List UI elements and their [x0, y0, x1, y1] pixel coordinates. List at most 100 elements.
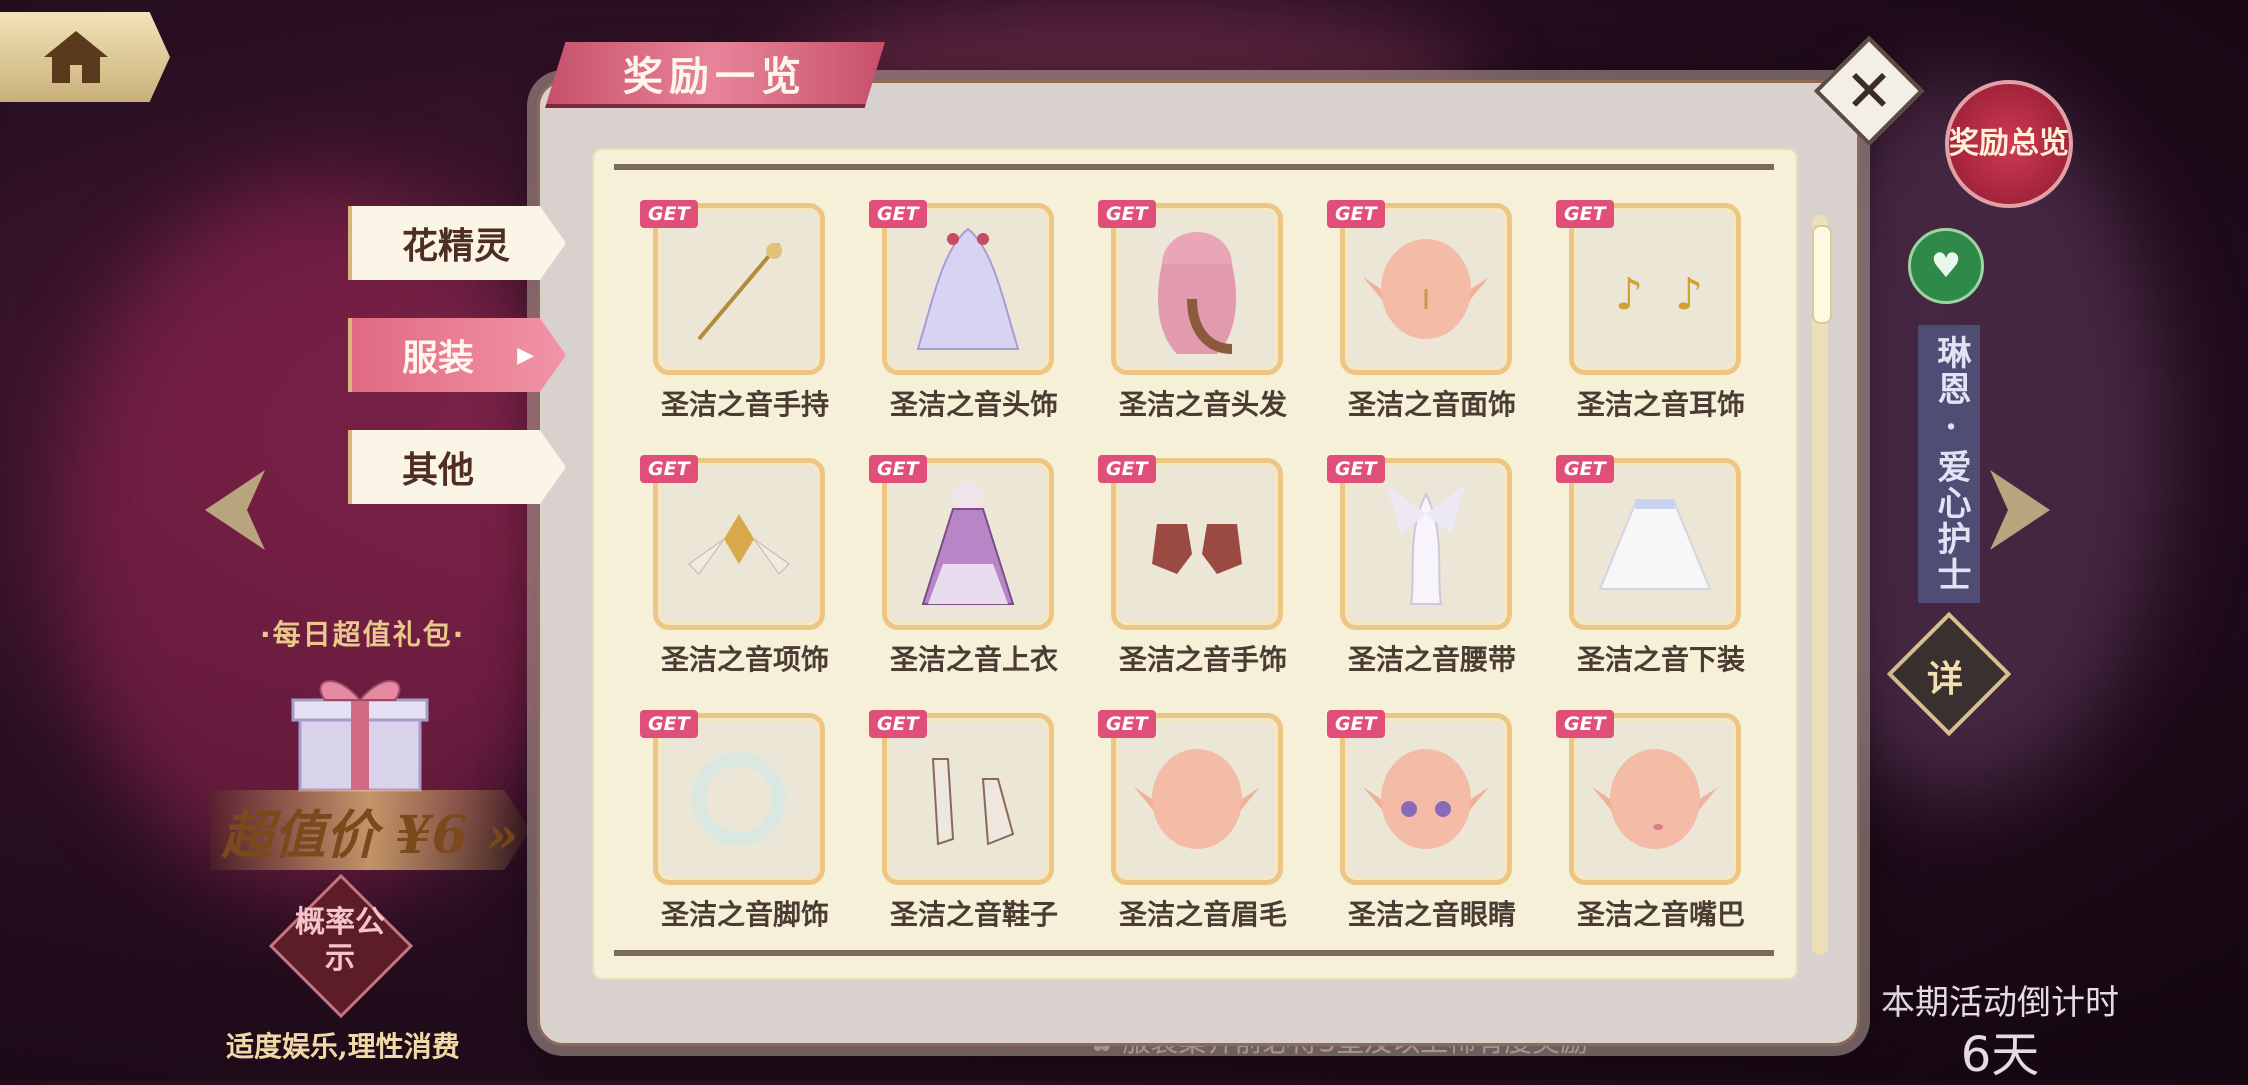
reward-item[interactable]: GET 圣洁之音头发	[1098, 200, 1298, 421]
gift-price-button[interactable]: 超值价 ¥6 »	[210, 790, 530, 870]
get-badge: GET	[869, 710, 927, 738]
item-label: 圣洁之音头饰	[889, 388, 1058, 421]
face-accessory-icon	[1363, 239, 1489, 339]
right-panel: 奖励总览 ♥ 琳恩·爱心护士 详 本期活动倒计时 6天	[1881, 60, 2200, 1083]
scrollbar[interactable]	[1812, 215, 1828, 955]
home-button[interactable]	[0, 12, 170, 102]
reward-item[interactable]: GET 圣洁之音下装	[1556, 455, 1756, 676]
item-slot	[882, 458, 1054, 630]
tab-other[interactable]: 其他	[348, 430, 566, 504]
dress-icon	[921, 482, 1015, 605]
hair-icon	[1157, 232, 1237, 354]
item-label: 圣洁之音手饰	[1118, 643, 1287, 676]
reward-item[interactable]: GET 圣洁之音脚饰	[640, 710, 840, 931]
item-slot: ♪ ♪	[1569, 203, 1741, 375]
headpiece-icon	[916, 227, 1020, 350]
get-badge: GET	[1556, 455, 1614, 483]
item-slot	[653, 203, 825, 375]
character-name: 琳恩·爱心护士	[1918, 325, 1980, 603]
tab-label: 花精灵	[402, 225, 511, 267]
moderation-notice: 适度娱乐,理性消费	[226, 1030, 460, 1063]
close-icon[interactable]: ✕	[1830, 52, 1908, 130]
anklet-icon	[692, 752, 786, 846]
heart-icon[interactable]: ♥	[1908, 228, 1984, 304]
get-badge: GET	[1098, 200, 1156, 228]
item-slot	[882, 713, 1054, 885]
eyebrows-icon	[1134, 749, 1260, 849]
get-badge: GET	[640, 710, 698, 738]
item-label: 圣洁之音脚饰	[660, 898, 829, 931]
item-slot	[1340, 458, 1512, 630]
tab-flower-spirit[interactable]: 花精灵	[348, 206, 566, 280]
get-badge: GET	[1327, 710, 1385, 738]
daily-gift-panel: ·每日超值礼包· 超值价 ¥6 » 概率公示 适度娱乐,理性消费	[190, 605, 530, 1065]
reward-item[interactable]: GET 圣洁之音手饰	[1098, 455, 1298, 676]
reward-item[interactable]: GET 圣洁之音手持	[640, 200, 840, 421]
tab-label: 其他	[402, 449, 475, 491]
item-slot	[653, 458, 825, 630]
reward-item[interactable]: GET 圣洁之音嘴巴	[1556, 710, 1756, 931]
divider	[614, 950, 1774, 956]
chevron-right-icon: ▶	[517, 342, 534, 368]
probability-label: 概率公示	[295, 905, 385, 976]
item-slot	[1111, 203, 1283, 375]
item-slot	[1340, 203, 1512, 375]
item-slot	[1111, 458, 1283, 630]
get-badge: GET	[1327, 455, 1385, 483]
get-badge: GET	[640, 200, 698, 228]
detail-label: 详	[1926, 658, 1963, 700]
wand-icon	[697, 242, 782, 341]
item-label: 圣洁之音嘴巴	[1576, 898, 1745, 931]
svg-text:♪: ♪	[1615, 269, 1643, 320]
item-label: 圣洁之音眉毛	[1118, 898, 1287, 931]
mouth-icon	[1592, 749, 1718, 849]
daily-gift-title: ·每日超值礼包·	[260, 618, 466, 651]
reward-item[interactable]: GET 圣洁之音项饰	[640, 455, 840, 676]
item-slot	[653, 713, 825, 885]
home-icon	[44, 31, 108, 83]
item-slot	[1569, 458, 1741, 630]
get-badge: GET	[1556, 200, 1614, 228]
gloves-icon	[1152, 524, 1242, 574]
svg-text:♪: ♪	[1675, 269, 1703, 320]
get-badge: GET	[1098, 455, 1156, 483]
item-label: 圣洁之音眼睛	[1347, 898, 1516, 931]
reward-overview-button[interactable]: 奖励总览	[1945, 80, 2073, 208]
get-badge: GET	[1327, 200, 1385, 228]
get-badge: GET	[869, 200, 927, 228]
tab-clothing[interactable]: 服装 ▶	[348, 318, 566, 392]
skirt-icon	[1598, 499, 1712, 590]
gift-box-icon[interactable]	[285, 665, 435, 795]
item-label: 圣洁之音耳饰	[1576, 388, 1745, 421]
reward-item[interactable]: GET 圣洁之音上衣	[869, 455, 1069, 676]
item-label: 圣洁之音面饰	[1347, 388, 1516, 421]
get-badge: GET	[640, 455, 698, 483]
item-slot	[1340, 713, 1512, 885]
reward-item[interactable]: GET 圣洁之音眉毛	[1098, 710, 1298, 931]
reward-item[interactable]: GET 圣洁之音面饰	[1327, 200, 1527, 421]
reward-item[interactable]: ♪ ♪ GET 圣洁之音耳饰	[1556, 200, 1756, 421]
reward-item[interactable]: GET 圣洁之音头饰	[869, 200, 1069, 421]
divider	[614, 164, 1774, 170]
item-slot	[1569, 713, 1741, 885]
countdown-value: 6天	[1960, 1027, 2040, 1083]
item-label: 圣洁之音鞋子	[889, 898, 1058, 931]
item-label: 圣洁之音手持	[660, 388, 829, 421]
scrollbar-thumb[interactable]	[1812, 225, 1832, 324]
tab-label: 服装	[402, 337, 475, 379]
earring-icon: ♪ ♪	[1615, 269, 1703, 320]
get-badge: GET	[1098, 710, 1156, 738]
get-badge: GET	[1556, 710, 1614, 738]
necklace-icon	[688, 514, 790, 575]
reward-item[interactable]: GET 圣洁之音腰带	[1327, 455, 1527, 676]
item-label: 圣洁之音腰带	[1347, 643, 1516, 676]
modal-title: 奖励一览	[545, 42, 885, 108]
reward-item[interactable]: GET 圣洁之音鞋子	[869, 710, 1069, 931]
item-label: 圣洁之音上衣	[889, 643, 1058, 676]
belt-icon	[1386, 484, 1466, 605]
item-label: 圣洁之音头发	[1118, 388, 1287, 421]
reward-item[interactable]: GET 圣洁之音眼睛	[1327, 710, 1527, 931]
shoes-icon	[931, 758, 1015, 846]
item-slot	[1111, 713, 1283, 885]
item-slot	[882, 203, 1054, 375]
